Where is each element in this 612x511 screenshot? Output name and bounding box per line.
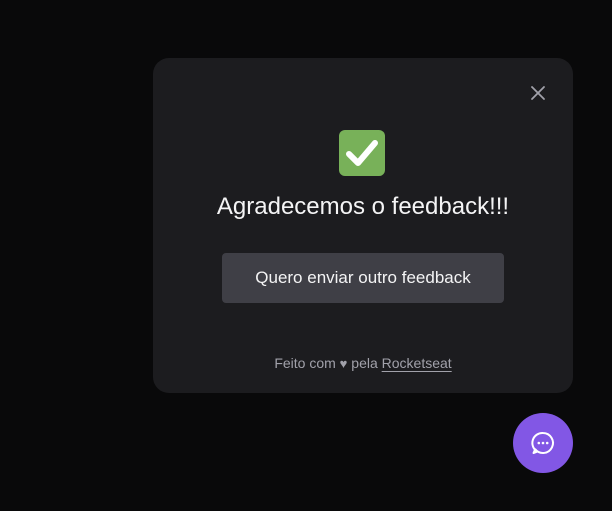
footer-credit: Feito com ♥ pela Rocketseat	[153, 354, 573, 373]
send-another-feedback-button[interactable]: Quero enviar outro feedback	[222, 253, 504, 303]
check-mark-icon	[339, 130, 385, 176]
close-icon	[531, 86, 545, 100]
footer-prefix: Feito com	[274, 355, 336, 371]
page: Agradecemos o feedback!!! Quero enviar o…	[0, 0, 612, 511]
open-feedback-button[interactable]	[513, 413, 573, 473]
success-title: Agradecemos o feedback!!!	[216, 193, 510, 220]
close-button[interactable]	[527, 82, 549, 104]
heart-icon: ♥	[339, 356, 348, 371]
rocketseat-link[interactable]: Rocketseat	[382, 355, 452, 371]
footer-middle: pela	[351, 355, 378, 371]
chat-bubble-icon	[531, 432, 554, 454]
feedback-success-card: Agradecemos o feedback!!! Quero enviar o…	[153, 58, 573, 393]
